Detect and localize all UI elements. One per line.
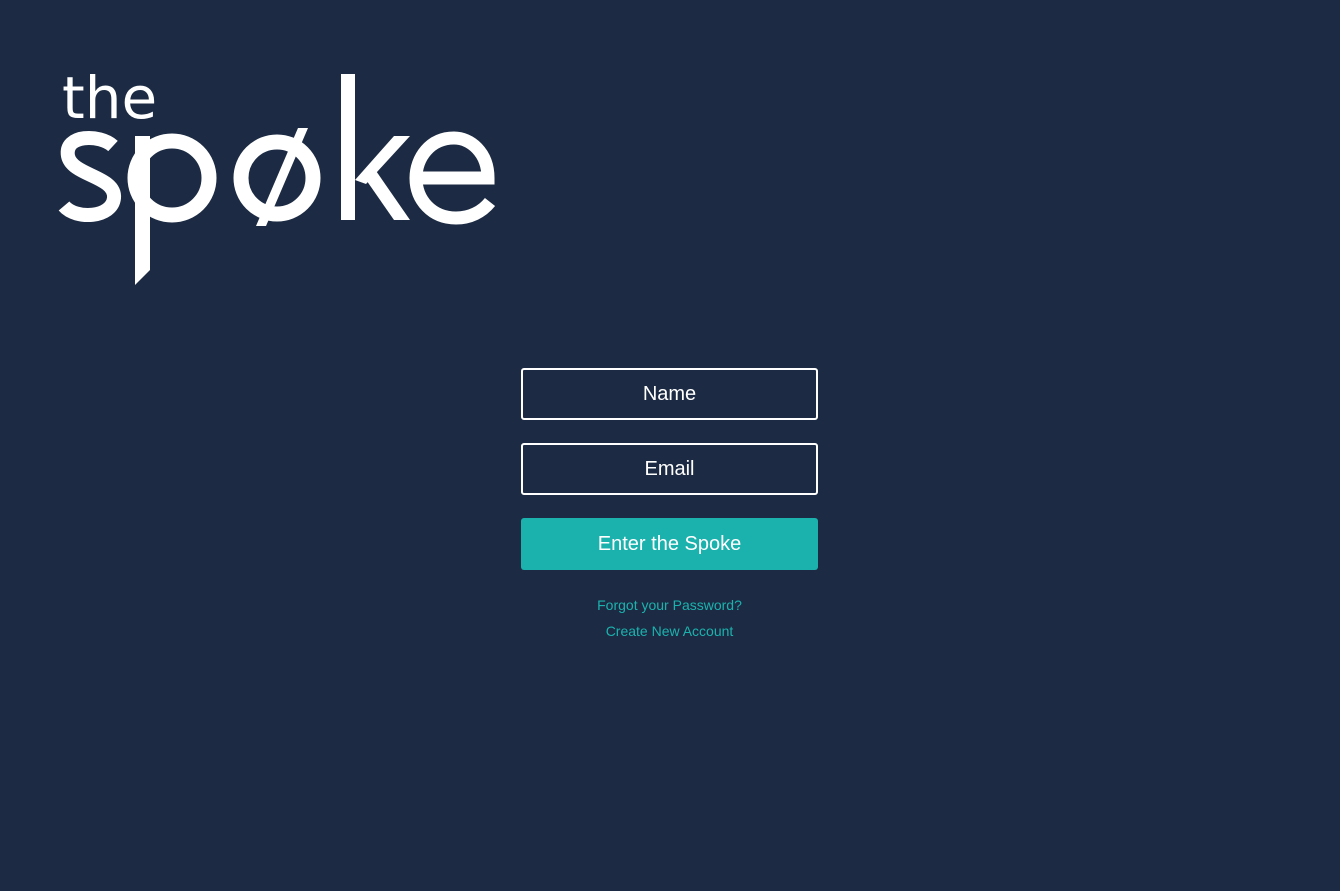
enter-the-spoke-button[interactable]: Enter the Spoke	[521, 518, 818, 570]
email-input[interactable]	[521, 443, 818, 495]
the-spoke-logo: the	[58, 70, 498, 290]
logo-solid-strokes	[135, 74, 410, 285]
logo-graphic: the	[58, 70, 496, 285]
forgot-password-link[interactable]: Forgot your Password?	[521, 592, 818, 618]
name-input[interactable]	[521, 368, 818, 420]
login-page: the Name Email Enter the Spoke Forgot yo…	[0, 0, 1340, 891]
logo-text-the: the	[62, 70, 157, 132]
account-links: Forgot your Password? Create New Account	[521, 592, 818, 644]
create-account-link[interactable]: Create New Account	[521, 618, 818, 644]
login-form: Enter the Spoke Forgot your Password? Cr…	[521, 368, 818, 644]
